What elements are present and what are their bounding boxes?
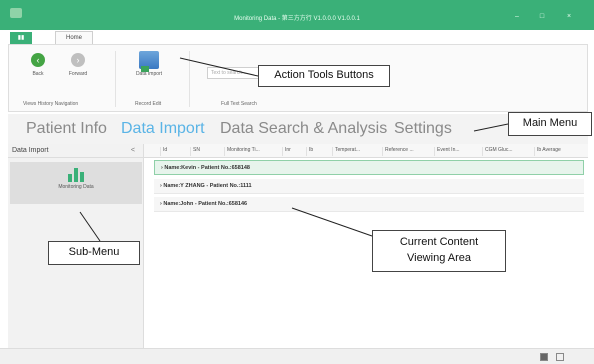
grid-header: Id SN Monitoring Ti... Inr Ib Temperat..… — [144, 144, 588, 158]
sidebar-header: Data Import < — [8, 144, 143, 158]
back-button[interactable]: ‹ Back — [27, 53, 49, 77]
menu-item-data-import[interactable]: Data Import — [121, 120, 205, 138]
group-label-history: Views History Navigation — [23, 101, 79, 107]
table-row[interactable]: › Name:Y ZHANG - Patient No.:1111 — [154, 179, 584, 194]
bar-chart-icon — [66, 166, 86, 182]
data-import-label: Data Import — [135, 71, 163, 77]
title-bar: Monitoring Data - 第三方方行 V1.0.0.0 V1.0.0.… — [0, 0, 594, 30]
sidebar-item-label: Monitoring Data — [58, 184, 94, 190]
minimize-icon[interactable]: – — [512, 13, 522, 20]
ribbon-separator — [189, 51, 190, 107]
ribbon-separator — [115, 51, 116, 107]
column-header[interactable]: SN — [190, 147, 222, 156]
column-header[interactable]: Temperat... — [332, 147, 382, 156]
column-header[interactable]: Reference ... — [382, 147, 432, 156]
callout-sub-menu: Sub-Menu — [48, 241, 140, 265]
group-label-search: Full Text Search — [221, 101, 257, 107]
tab-home[interactable]: Home — [55, 31, 93, 45]
forward-label: Forward — [68, 71, 88, 77]
column-header[interactable]: Ib Average — [534, 147, 584, 156]
column-header[interactable]: Monitoring Ti... — [224, 147, 282, 156]
menu-item-data-search[interactable]: Data Search & Analysis — [220, 120, 387, 138]
view-mode-icon[interactable] — [540, 353, 548, 361]
table-row[interactable]: › Name:Kevin - Patient No.:658148 — [154, 160, 584, 175]
data-import-button[interactable]: Data Import — [127, 51, 171, 77]
column-header[interactable]: Id — [160, 147, 190, 156]
status-bar — [0, 348, 594, 364]
data-import-icon — [139, 51, 159, 72]
forward-button[interactable]: › Forward — [61, 53, 95, 77]
menu-item-settings[interactable]: Settings — [394, 120, 452, 138]
column-header[interactable]: CGM Gluc... — [482, 147, 534, 156]
group-label-record: Record Edit — [135, 101, 162, 107]
callout-main-menu: Main Menu — [508, 112, 592, 136]
maximize-icon[interactable]: □ — [537, 13, 547, 20]
back-label: Back — [32, 71, 44, 77]
column-header[interactable]: Event In... — [434, 147, 482, 156]
callout-action-tools: Action Tools Buttons — [258, 65, 390, 87]
menu-item-patient-info[interactable]: Patient Info — [26, 120, 107, 138]
table-row[interactable]: › Name:John - Patient No.:658146 — [154, 197, 584, 212]
callout-content-area: Current Content Viewing Area — [372, 230, 506, 272]
forward-arrow-icon: › — [71, 53, 85, 67]
back-arrow-icon: ‹ — [31, 53, 45, 67]
sidebar-title: Data Import — [12, 147, 49, 154]
collapse-icon[interactable]: < — [131, 144, 135, 158]
file-tab[interactable]: ▮▮ — [10, 32, 32, 44]
content-grid: Id SN Monitoring Ti... Inr Ib Temperat..… — [144, 144, 588, 348]
layout-icon[interactable] — [556, 353, 564, 361]
sidebar-item-monitoring-data[interactable]: Monitoring Data — [10, 162, 142, 204]
column-header[interactable]: Inr — [282, 147, 306, 156]
window-title: Monitoring Data - 第三方方行 V1.0.0.0 V1.0.0.… — [234, 16, 360, 22]
column-header[interactable]: Ib — [306, 147, 332, 156]
close-icon[interactable]: × — [564, 13, 574, 20]
main-menu: Patient Info Data Import Data Search & A… — [8, 114, 588, 144]
